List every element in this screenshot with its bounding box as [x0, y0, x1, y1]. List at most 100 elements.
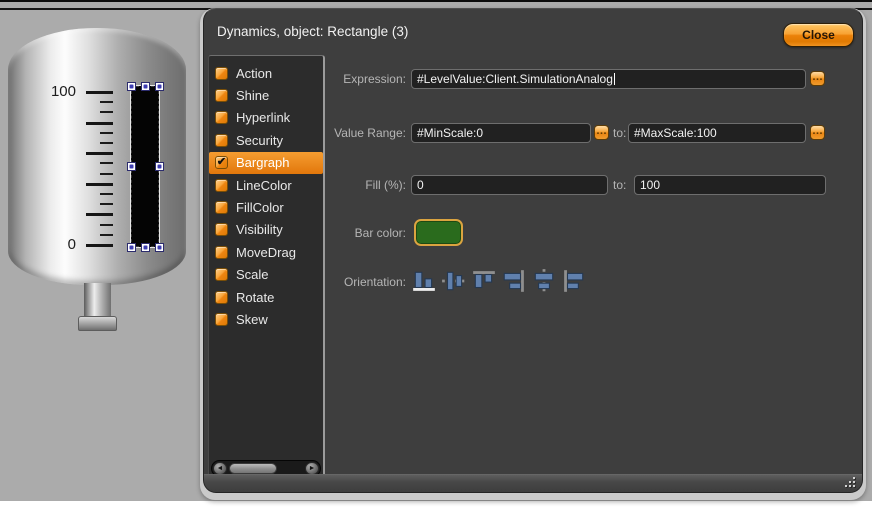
sidebar-item-label: LineColor	[236, 178, 292, 193]
orientation-label: Orientation:	[326, 267, 406, 297]
sidebar-item-hyperlink[interactable]: Hyperlink	[209, 107, 323, 129]
tank-flange	[78, 316, 117, 331]
close-button[interactable]: Close	[783, 23, 854, 47]
expression-row: Expression: #LevelValue:Client.Simulatio…	[326, 69, 862, 89]
value-range-max-input[interactable]: #MaxScale:100	[628, 123, 806, 143]
value-range-row: Value Range: #MinScale:0 … to: #MaxScale…	[326, 123, 862, 143]
value-range-label: Value Range:	[326, 123, 406, 143]
checkbox-icon[interactable]	[215, 179, 228, 192]
checkbox-icon[interactable]	[215, 111, 228, 124]
resize-grip[interactable]	[844, 477, 855, 488]
text-cursor	[614, 73, 615, 85]
checkbox-icon[interactable]	[215, 89, 228, 102]
sidebar-item-label: FillColor	[236, 200, 284, 215]
sidebar-item-label: Hyperlink	[236, 110, 290, 125]
sidebar-item-label: Scale	[236, 267, 269, 282]
fill-to-input[interactable]: 100	[634, 175, 826, 195]
dialog-statusbar	[204, 474, 862, 492]
expression-label: Expression:	[326, 69, 406, 89]
checkbox-icon[interactable]	[215, 134, 228, 147]
scale-minor-tick	[100, 132, 113, 134]
scale-minor-tick	[100, 101, 113, 103]
sidebar-item-label: Visibility	[236, 222, 283, 237]
dialog-title: Dynamics, object: Rectangle (3)	[217, 9, 408, 55]
sidebar-item-fillcolor[interactable]: FillColor	[209, 196, 323, 218]
scale-major-tick	[86, 152, 113, 155]
scale-minor-tick	[100, 142, 113, 144]
scale-major-tick	[86, 122, 113, 125]
sidebar-item-shine[interactable]: Shine	[209, 84, 323, 106]
scale-minor-tick	[100, 111, 113, 113]
checkbox-icon[interactable]	[215, 201, 228, 214]
fill-to-label: to:	[613, 175, 626, 195]
orientation-top-down-icon[interactable]	[471, 268, 497, 296]
selection-handle[interactable]	[127, 162, 136, 171]
sidebar-item-label: Security	[236, 133, 283, 148]
expression-browse-button[interactable]: …	[810, 71, 825, 86]
sidebar-item-security[interactable]: Security	[209, 129, 323, 151]
sidebar-item-bargraph[interactable]: ✔ Bargraph	[209, 152, 323, 174]
checkbox-icon[interactable]	[215, 291, 228, 304]
value-range-min-browse-button[interactable]: …	[594, 125, 609, 140]
fill-percent-row: Fill (%): 0 to: 100	[326, 175, 862, 195]
bar-color-swatch[interactable]	[414, 219, 463, 246]
orientation-bottom-up-icon[interactable]	[411, 268, 437, 296]
sidebar-item-label: Skew	[236, 312, 268, 327]
selection-handle[interactable]	[155, 243, 164, 252]
orientation-center-horizontal-icon[interactable]	[531, 268, 557, 296]
sidebar-item-action[interactable]: Action	[209, 62, 323, 84]
sidebar-item-skew[interactable]: Skew	[209, 308, 323, 330]
value-range-min-input[interactable]: #MinScale:0	[411, 123, 591, 143]
bar-color-label: Bar color:	[326, 223, 406, 243]
sidebar-item-linecolor[interactable]: LineColor	[209, 174, 323, 196]
dynamics-dialog: Dynamics, object: Rectangle (3) Close Ac…	[203, 8, 863, 493]
checkbox-icon[interactable]	[215, 246, 228, 259]
orientation-right-aligned-icon[interactable]	[501, 268, 527, 296]
fill-percent-label: Fill (%):	[326, 175, 406, 195]
tank-pipe	[84, 283, 111, 318]
selection-handle[interactable]	[141, 243, 150, 252]
expression-input[interactable]: #LevelValue:Client.SimulationAnalog	[411, 69, 806, 89]
checkbox-icon[interactable]	[215, 67, 228, 80]
scale-max-label: 100	[51, 84, 76, 99]
selection-handle[interactable]	[127, 82, 136, 91]
sidebar-item-rotate[interactable]: Rotate	[209, 286, 323, 308]
scale-min-label: 0	[68, 237, 76, 252]
scale-major-tick	[86, 91, 113, 94]
selection-handle[interactable]	[127, 243, 136, 252]
orientation-left-aligned-icon[interactable]	[561, 268, 587, 296]
scale-major-tick	[86, 213, 113, 216]
sidebar-item-label: Action	[236, 66, 272, 81]
scale-minor-tick	[100, 224, 113, 226]
scale-minor-tick	[100, 234, 113, 236]
sidebar-item-scale[interactable]: Scale	[209, 264, 323, 286]
scale-minor-tick	[100, 162, 113, 164]
selection-handle[interactable]	[155, 162, 164, 171]
selection-handle[interactable]	[155, 82, 164, 91]
checkbox-icon[interactable]	[215, 223, 228, 236]
canvas-top-border-line	[0, 0, 872, 2]
dialog-window-frame: Dynamics, object: Rectangle (3) Close Ac…	[200, 8, 866, 500]
fill-from-input[interactable]: 0	[411, 175, 608, 195]
checkbox-icon[interactable]	[215, 268, 228, 281]
orientation-center-vertical-icon[interactable]	[441, 268, 467, 296]
checkbox-icon[interactable]: ✔	[215, 156, 228, 169]
sidebar-item-label: MoveDrag	[236, 245, 296, 260]
tank-graphic[interactable]: 100 0	[8, 28, 186, 340]
sidebar-item-movedrag[interactable]: MoveDrag	[209, 241, 323, 263]
sidebar-list: Action Shine Hyperlink Security ✔ Bargra…	[209, 62, 323, 331]
scrollbar-thumb[interactable]	[229, 463, 277, 474]
expression-value: #LevelValue:Client.SimulationAnalog	[417, 72, 613, 86]
sidebar-item-label: Shine	[236, 88, 269, 103]
dynamics-sidebar: Action Shine Hyperlink Security ✔ Bargra…	[208, 55, 325, 482]
sidebar-item-label: Bargraph	[236, 155, 289, 170]
scale-minor-tick	[100, 203, 113, 205]
bargraph-settings-panel: Expression: #LevelValue:Client.Simulatio…	[326, 55, 862, 476]
checkbox-icon[interactable]	[215, 313, 228, 326]
orientation-row: Orientation:	[326, 267, 862, 297]
selection-handle[interactable]	[141, 82, 150, 91]
scale-major-tick	[86, 244, 113, 247]
value-range-to-label: to:	[613, 123, 626, 143]
value-range-max-browse-button[interactable]: …	[810, 125, 825, 140]
sidebar-item-visibility[interactable]: Visibility	[209, 219, 323, 241]
